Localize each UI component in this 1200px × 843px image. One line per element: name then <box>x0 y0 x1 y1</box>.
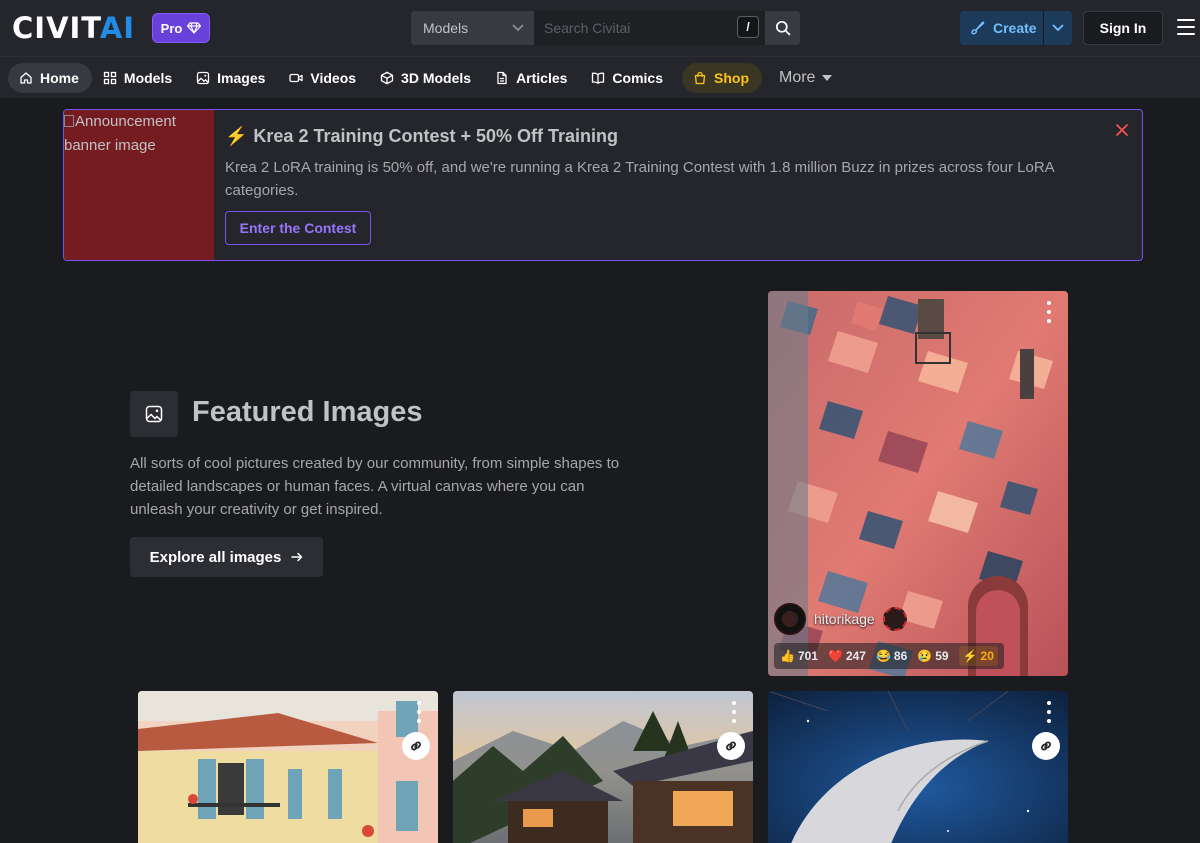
nav-item-articles[interactable]: Articles <box>484 63 580 93</box>
nav-label: 3D Models <box>401 69 472 86</box>
reaction-buzz[interactable]: ⚡ 20 <box>958 646 998 666</box>
book-icon <box>592 72 605 84</box>
nav-item-models[interactable]: Models <box>92 63 185 93</box>
cry-icon: 😢 <box>917 649 933 663</box>
chevron-down-icon <box>512 24 524 32</box>
lightning-icon: ⚡ <box>225 126 248 146</box>
more-options-icon[interactable] <box>1046 301 1052 323</box>
lightning-icon: ⚡ <box>962 649 978 663</box>
announcement-title: ⚡ Krea 2 Training Contest + 50% Off Train… <box>225 126 619 146</box>
featured-images-icon-box <box>130 391 178 437</box>
home-icon <box>20 71 32 84</box>
brush-icon <box>971 21 985 35</box>
nav-item-3d-models[interactable]: 3D Models <box>369 63 484 93</box>
nav-label: Models <box>123 69 173 86</box>
search-bar: Models / <box>411 11 800 45</box>
diamond-icon <box>187 22 202 34</box>
author-badge-icon <box>882 607 907 631</box>
card-image <box>768 691 1068 843</box>
reaction-cry[interactable]: 😢 59 <box>917 649 948 663</box>
laugh-icon: 😂 <box>875 649 891 663</box>
create-button[interactable]: Create <box>960 11 1072 45</box>
link-icon[interactable] <box>402 732 430 760</box>
nav-label: Home <box>40 69 79 86</box>
search-type-select[interactable]: Models <box>411 11 534 45</box>
link-icon[interactable] <box>717 732 745 760</box>
nav-label: Images <box>217 69 266 86</box>
reaction-like[interactable]: 👍 701 <box>780 649 818 663</box>
nav-item-shop[interactable]: Shop <box>682 62 762 93</box>
create-label: Create <box>993 20 1037 36</box>
search-type-label: Models <box>423 20 469 36</box>
search-shortcut-key: / <box>737 16 759 38</box>
nav-item-more[interactable]: More <box>768 63 845 93</box>
caret-down-icon <box>822 74 833 81</box>
nav-item-comics[interactable]: Comics <box>580 63 676 93</box>
reaction-laugh[interactable]: 😂 86 <box>876 649 907 663</box>
nav-item-images[interactable]: Images <box>185 63 278 93</box>
link-icon[interactable] <box>1032 732 1060 760</box>
nav-item-home[interactable]: Home <box>8 62 92 93</box>
card-author[interactable]: hitorikage <box>774 603 907 635</box>
explore-label: Explore all images <box>149 548 282 566</box>
more-options-icon[interactable] <box>1046 701 1052 723</box>
featured-description: All sorts of cool pictures created by ou… <box>130 455 620 518</box>
shopping-bag-icon <box>694 71 706 84</box>
broken-image-icon <box>64 115 74 127</box>
file-icon <box>497 71 507 84</box>
image-card[interactable] <box>768 691 1068 843</box>
arrow-right-icon <box>291 552 303 562</box>
cube-icon <box>380 71 394 84</box>
pro-button[interactable]: Pro <box>152 13 210 43</box>
image-icon <box>196 71 210 84</box>
main-nav: Home Models Images Videos 3D Models Arti… <box>0 56 1200 98</box>
menu-icon[interactable] <box>1177 19 1195 35</box>
explore-images-button[interactable]: Explore all images <box>130 537 323 577</box>
nav-item-videos[interactable]: Videos <box>278 63 369 93</box>
featured-title: Featured Images <box>192 396 423 428</box>
card-image <box>138 691 438 843</box>
image-card[interactable] <box>138 691 438 843</box>
pro-label: Pro <box>160 20 183 36</box>
more-options-icon[interactable] <box>731 701 737 723</box>
grid-icon <box>103 71 117 84</box>
search-input[interactable] <box>534 11 765 45</box>
thumbs-up-icon: 👍 <box>780 649 795 663</box>
more-options-icon[interactable] <box>416 701 422 723</box>
nav-label: Comics <box>612 69 663 86</box>
enter-contest-button[interactable]: Enter the Contest <box>225 211 371 245</box>
featured-image-card[interactable]: hitorikage 👍 701 ❤️ 247 😂 86 😢 59 ⚡ 20 <box>768 291 1068 676</box>
avatar[interactable] <box>774 603 806 635</box>
announcement-body: Krea 2 LoRA training is 50% off, and we'… <box>225 159 1054 199</box>
announcement-banner: Announcement banner image ⚡ Krea 2 Traini… <box>63 109 1143 261</box>
chevron-down-icon <box>1052 24 1064 32</box>
search-icon <box>775 20 790 36</box>
reactions-bar: 👍 701 ❤️ 247 😂 86 😢 59 ⚡ 20 <box>774 643 1004 669</box>
create-dropdown-toggle[interactable] <box>1044 24 1072 32</box>
card-image <box>453 691 753 843</box>
top-header: CIVITAI Pro Models / Create Sign In <box>0 0 1200 56</box>
nav-label: More <box>779 68 816 86</box>
image-card[interactable] <box>453 691 753 843</box>
image-icon <box>145 405 163 423</box>
civitai-logo[interactable]: CIVITAI <box>12 14 135 43</box>
sign-in-button[interactable]: Sign In <box>1083 11 1163 45</box>
close-icon[interactable] <box>1114 122 1130 138</box>
heart-icon: ❤️ <box>827 649 843 663</box>
announcement-image: Announcement banner image <box>64 110 214 260</box>
reaction-heart[interactable]: ❤️ 247 <box>828 649 866 663</box>
nav-label: Shop <box>714 69 749 86</box>
nav-label: Articles <box>516 69 568 86</box>
search-button[interactable] <box>765 11 800 45</box>
author-name[interactable]: hitorikage <box>814 611 875 627</box>
video-icon <box>289 73 304 82</box>
nav-label: Videos <box>310 69 357 86</box>
